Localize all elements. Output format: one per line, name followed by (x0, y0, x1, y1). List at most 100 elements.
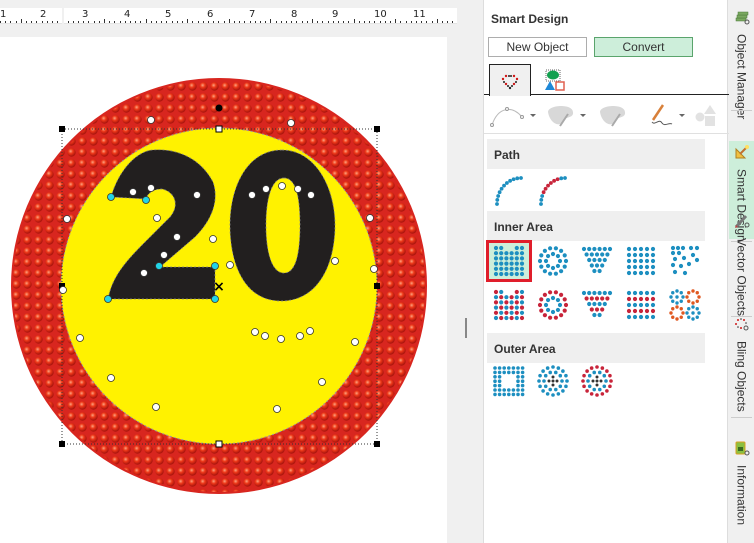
path-node[interactable] (277, 335, 285, 343)
inner-area-pattern-fan-fill-red-blue[interactable] (576, 286, 618, 324)
ruler-tick (384, 21, 386, 23)
path-node[interactable] (209, 235, 217, 243)
path-node[interactable] (152, 403, 160, 411)
path-node[interactable] (107, 374, 115, 382)
ruler-tick (296, 21, 298, 23)
chevron-down-icon[interactable] (530, 113, 536, 117)
outer-area-pattern-concentric-outer-red[interactable] (576, 362, 618, 400)
path-node[interactable] (318, 378, 326, 386)
path-node[interactable] (147, 184, 155, 192)
convert-button[interactable]: Convert (594, 37, 693, 57)
resize-handle[interactable] (215, 125, 223, 133)
selected-path-node[interactable] (211, 262, 219, 270)
outer-area-pattern-star-outer-blue[interactable] (488, 362, 530, 400)
path-node[interactable] (261, 332, 269, 340)
path-node[interactable] (153, 214, 161, 222)
path-node[interactable] (63, 215, 71, 223)
inner-area-pattern-grid-fill-red-blue[interactable] (488, 286, 530, 324)
inner-area-pattern-grid-fill-blue[interactable] (486, 240, 532, 282)
selected-path-node[interactable] (155, 262, 163, 270)
ruler-label: 3 (82, 9, 89, 20)
path-node[interactable] (287, 119, 295, 127)
selected-path-node[interactable] (104, 295, 112, 303)
rotate-handle[interactable] (215, 104, 223, 112)
inner-area-pattern-fan-fill-blue[interactable] (576, 242, 618, 280)
shapes-icon (545, 69, 565, 91)
path-node[interactable] (193, 191, 201, 199)
path-node[interactable] (273, 405, 281, 413)
path-node[interactable] (307, 191, 315, 199)
ruler-tick (46, 21, 48, 23)
path-node[interactable] (173, 233, 181, 241)
path-node[interactable] (294, 185, 302, 193)
path-node[interactable] (366, 214, 374, 222)
side-tab-information[interactable]: Information (729, 437, 754, 525)
path-node[interactable] (248, 191, 256, 199)
side-tab-label: Information (734, 465, 749, 526)
bling-shape-tab[interactable] (489, 64, 531, 96)
fill-tool[interactable] (544, 102, 586, 128)
vector-shape-tab[interactable] (534, 64, 576, 95)
resize-handle[interactable] (59, 126, 65, 132)
shapes-tool[interactable] (694, 102, 718, 128)
outer-area-pattern-concentric-outer-blue[interactable] (532, 362, 574, 400)
selected-path-node[interactable] (142, 196, 150, 204)
resize-handle[interactable] (374, 126, 380, 132)
path-node[interactable] (140, 269, 148, 277)
fill-tool-alt[interactable] (596, 102, 628, 128)
ruler-tick (72, 21, 74, 23)
inner-area-pattern-scatter-fill-blue[interactable] (664, 242, 706, 280)
ruler-tick (322, 21, 324, 23)
scatter-fill-blue-icon (670, 245, 700, 276)
panel-splitter[interactable] (465, 318, 467, 338)
path-node[interactable] (59, 286, 67, 294)
path-node[interactable] (160, 251, 168, 259)
ruler-tick (379, 21, 381, 23)
center-marker[interactable]: × (213, 279, 225, 295)
ruler-tick (275, 21, 277, 23)
path-node[interactable] (351, 338, 359, 346)
path-node[interactable] (306, 327, 314, 335)
ruler-label: 2 (40, 9, 47, 20)
ruler-label: 10 (374, 9, 387, 20)
chevron-down-icon[interactable] (679, 113, 685, 117)
selected-path-node[interactable] (107, 193, 115, 201)
inner-area-pattern-rows-fill-blue[interactable] (620, 242, 662, 280)
inner-area-pattern-diamond-fill-blue-orange[interactable] (664, 286, 706, 324)
path-node[interactable] (296, 332, 304, 340)
path-node[interactable] (147, 116, 155, 124)
vertical-scrollbar[interactable] (450, 28, 458, 543)
path-node[interactable] (331, 257, 339, 265)
path-node[interactable] (251, 328, 259, 336)
new-object-button[interactable]: New Object (488, 37, 587, 57)
design-canvas[interactable]: × (0, 37, 447, 543)
side-tab-vector-objects[interactable]: Vector Objects (729, 210, 754, 316)
path-node[interactable] (278, 182, 286, 190)
resize-handle[interactable] (374, 441, 380, 447)
path-node[interactable] (262, 185, 270, 193)
resize-handle[interactable] (374, 283, 380, 289)
side-tab-object-manager[interactable]: Object Manager (729, 6, 754, 119)
path-node[interactable] (370, 265, 378, 273)
ring-fill-blue-icon (537, 246, 569, 276)
bezier-tool[interactable] (490, 102, 536, 128)
selected-path-node[interactable] (211, 295, 219, 303)
ruler-label: 11 (413, 9, 426, 20)
path-node[interactable] (129, 188, 137, 196)
path-pattern-arc-path-blue[interactable] (488, 170, 530, 208)
inner-area-pattern-rows-fill-red-blue[interactable] (620, 286, 662, 324)
inner-area-pattern-ring-fill-red-blue[interactable] (532, 286, 574, 324)
star-outer-blue-icon (493, 366, 525, 397)
side-tab-bling-objects[interactable]: Bling Objects (729, 313, 754, 415)
resize-handle[interactable] (215, 440, 223, 448)
path-node[interactable] (226, 261, 234, 269)
ruler-tick (239, 21, 241, 23)
inner-area-pattern-ring-fill-blue[interactable] (532, 242, 574, 280)
ruler-tick (83, 21, 85, 23)
path-pattern-arc-path-blue-red[interactable] (532, 170, 574, 208)
chevron-down-icon[interactable] (580, 113, 586, 117)
path-node[interactable] (76, 334, 84, 342)
resize-handle[interactable] (59, 441, 65, 447)
ruler-tick (208, 21, 209, 23)
freehand-tool[interactable] (647, 102, 685, 128)
